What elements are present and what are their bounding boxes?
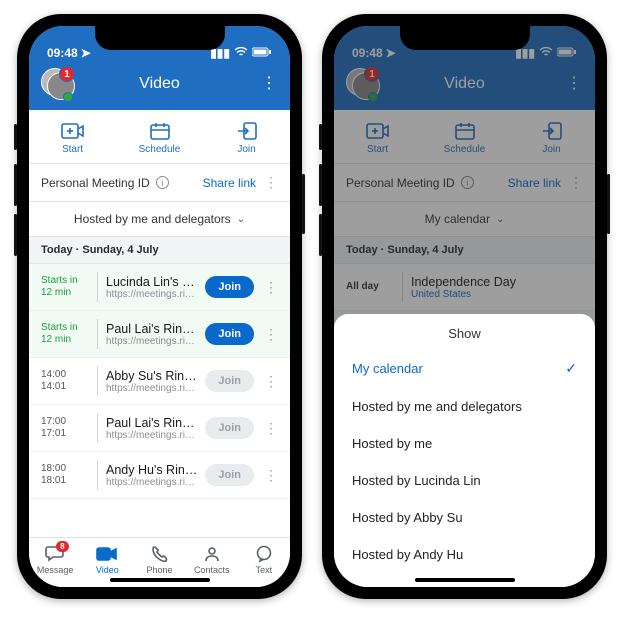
start-button[interactable]: Start xyxy=(29,110,116,163)
row-menu-button[interactable]: ⋮ xyxy=(262,279,280,296)
info-icon[interactable]: i xyxy=(156,176,169,189)
action-row: Start Schedule Join xyxy=(29,110,290,164)
status-time: 09:48 xyxy=(47,46,78,60)
pmi-row: Personal Meeting ID i Share link ⋮ xyxy=(29,164,290,202)
header-menu-button[interactable]: ⋮ xyxy=(260,76,278,92)
notch xyxy=(400,26,530,50)
schedule-label: Schedule xyxy=(116,144,203,155)
row-join-button[interactable]: Join xyxy=(205,276,254,298)
join-label: Join xyxy=(203,144,290,155)
text-icon xyxy=(238,544,290,564)
chevron-down-icon: ⌄ xyxy=(237,214,245,225)
schedule-button[interactable]: Schedule xyxy=(116,110,203,163)
contacts-icon xyxy=(186,544,238,564)
profile-avatar[interactable]: 1 xyxy=(41,68,73,100)
meeting-row[interactable]: 17:0017:01 Paul Lai's RingCentral me…htt… xyxy=(29,405,290,452)
meeting-row[interactable]: Starts in12 min Paul Lai's RingCentral m… xyxy=(29,311,290,358)
filter-label: Hosted by me and delegators xyxy=(74,212,231,226)
row-join-button[interactable]: Join xyxy=(205,370,254,392)
pmi-menu-button[interactable]: ⋮ xyxy=(264,174,278,191)
section-today: Today · Sunday, 4 July xyxy=(29,237,290,264)
location-icon: ➤ xyxy=(81,46,91,60)
phone-left: 09:48 ➤ ▮▮▮ 1 Video ⋮ xyxy=(17,14,302,599)
join-icon xyxy=(203,120,290,142)
start-label: Start xyxy=(29,144,116,155)
sheet-option[interactable]: Hosted by Andy Hu xyxy=(334,536,595,573)
home-indicator xyxy=(110,578,210,582)
presence-dot xyxy=(63,92,73,102)
row-menu-button[interactable]: ⋮ xyxy=(262,326,280,343)
app-header: 1 Video ⋮ xyxy=(29,62,290,110)
tab-text[interactable]: Text xyxy=(238,544,290,575)
check-icon: ✓ xyxy=(565,360,577,377)
row-menu-button[interactable]: ⋮ xyxy=(262,420,280,437)
sheet-option[interactable]: My calendar ✓ xyxy=(334,349,595,388)
filter-selector[interactable]: Hosted by me and delegators ⌄ xyxy=(29,202,290,237)
start-icon xyxy=(29,120,116,142)
sheet-option[interactable]: Hosted by me and delegators xyxy=(334,388,595,425)
sheet-option[interactable]: Hosted by me xyxy=(334,425,595,462)
row-menu-button[interactable]: ⋮ xyxy=(262,373,280,390)
message-icon xyxy=(29,544,81,564)
share-link[interactable]: Share link xyxy=(203,176,256,190)
tab-message[interactable]: 8 Message xyxy=(29,544,81,575)
row-menu-button[interactable]: ⋮ xyxy=(262,467,280,484)
filter-sheet: Show My calendar ✓ Hosted by me and dele… xyxy=(334,314,595,587)
sheet-option[interactable]: Hosted by Abby Su xyxy=(334,499,595,536)
message-badge: 8 xyxy=(56,541,68,552)
tab-phone[interactable]: Phone xyxy=(133,544,185,575)
join-button[interactable]: Join xyxy=(203,110,290,163)
meeting-row[interactable]: 18:0018:01 Andy Hu's RingCentral M…https… xyxy=(29,452,290,499)
row-join-button[interactable]: Join xyxy=(205,417,254,439)
meeting-row[interactable]: Starts in12 min Lucinda Lin's RingCentra… xyxy=(29,264,290,311)
wifi-icon xyxy=(234,46,248,60)
page-title: Video xyxy=(139,75,180,93)
sheet-option[interactable]: Hosted by Lucinda Lin xyxy=(334,462,595,499)
notify-badge: 1 xyxy=(59,66,75,82)
tab-video[interactable]: Video xyxy=(81,544,133,575)
phone-icon xyxy=(133,544,185,564)
sheet-title: Show xyxy=(334,314,595,349)
meeting-row[interactable]: 14:0014:01 Abby Su's RingCentral Me…http… xyxy=(29,358,290,405)
meeting-list: Starts in12 min Lucinda Lin's RingCentra… xyxy=(29,264,290,537)
notch xyxy=(95,26,225,50)
home-indicator xyxy=(415,578,515,582)
pmi-label: Personal Meeting ID xyxy=(41,176,150,190)
row-join-button[interactable]: Join xyxy=(205,464,254,486)
battery-icon xyxy=(252,46,272,60)
schedule-icon xyxy=(116,120,203,142)
row-join-button[interactable]: Join xyxy=(205,323,254,345)
phone-right: 09:48 ➤ ▮▮▮ 1 Video ⋮ Start xyxy=(322,14,607,599)
tab-contacts[interactable]: Contacts xyxy=(186,544,238,575)
video-icon xyxy=(81,544,133,564)
